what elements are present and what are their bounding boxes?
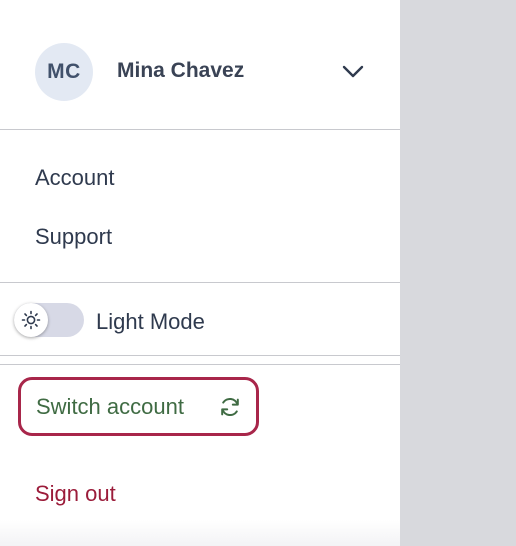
theme-toggle[interactable]: [14, 303, 84, 337]
theme-row: Light Mode: [0, 284, 400, 356]
user-header[interactable]: MC Mina Chavez: [0, 0, 400, 130]
sun-icon: [21, 310, 41, 330]
divider: [0, 364, 400, 365]
sign-out-link[interactable]: Sign out: [35, 481, 116, 507]
chevron-down-icon[interactable]: [340, 62, 366, 82]
avatar-initials: MC: [47, 60, 81, 83]
overlay-backdrop[interactable]: [400, 0, 516, 546]
menu-item-support[interactable]: Support: [35, 224, 112, 250]
switch-account-button[interactable]: Switch account: [18, 377, 259, 436]
switch-account-label: Switch account: [36, 394, 184, 419]
bottom-fade: [0, 520, 400, 546]
user-name: Mina Chavez: [117, 59, 245, 82]
menu-item-account[interactable]: Account: [35, 165, 115, 191]
account-menu-panel: MC Mina Chavez Account Support Light Mod…: [0, 0, 400, 546]
toggle-knob: [14, 303, 48, 337]
theme-label: Light Mode: [96, 309, 205, 334]
refresh-icon: [221, 398, 239, 416]
avatar: MC: [35, 43, 93, 101]
menu-links: Account Support: [0, 131, 400, 283]
